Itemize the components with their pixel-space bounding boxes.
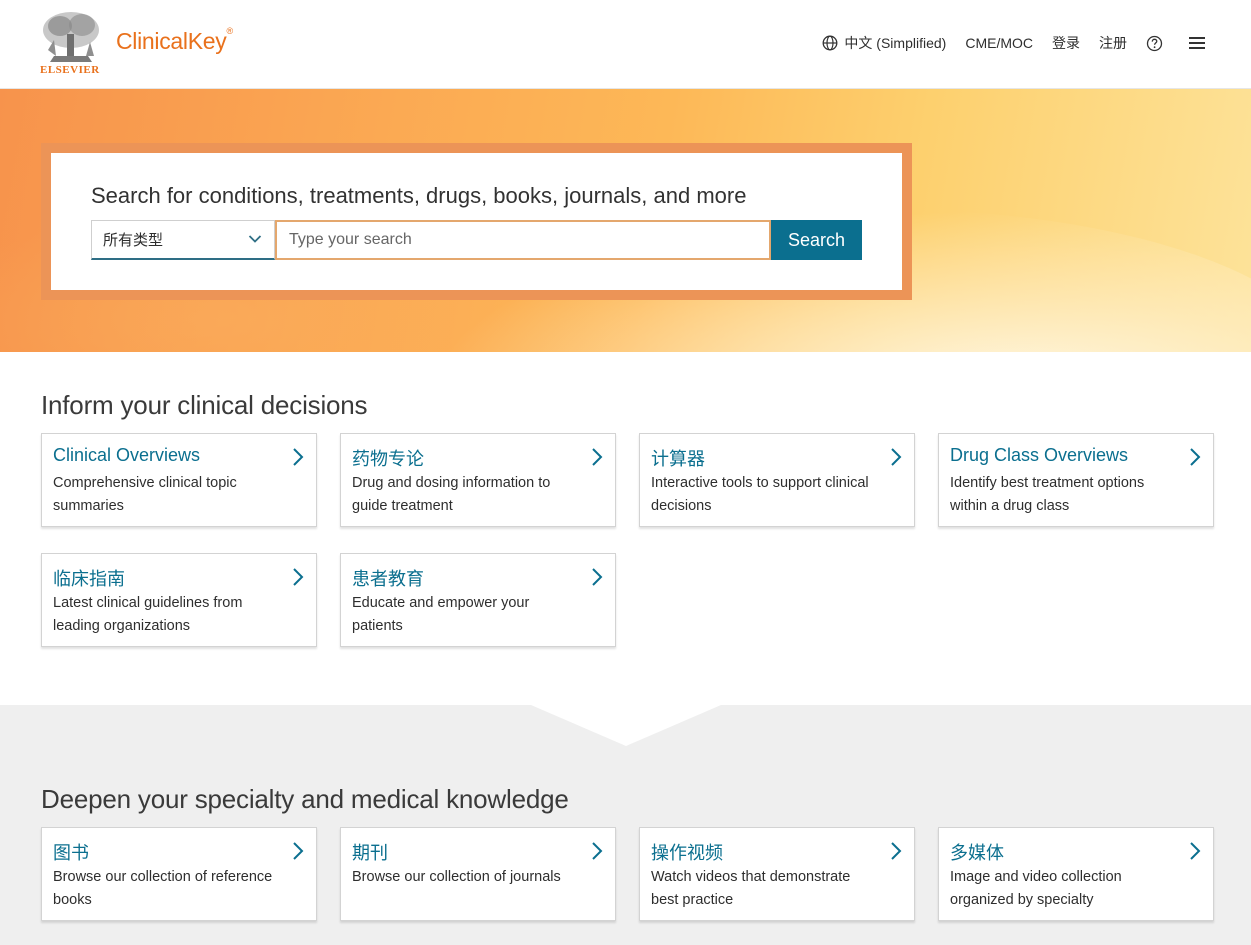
card-calculators[interactable]: 计算器 Interactive tools to support clinica…: [639, 433, 915, 527]
cme-moc-link[interactable]: CME/MOC: [965, 35, 1033, 51]
card-title: 计算器: [651, 449, 705, 469]
help-button[interactable]: [1146, 35, 1169, 52]
content-type-select[interactable]: 所有类型: [91, 220, 275, 260]
card-title: 患者教育: [352, 569, 424, 589]
deepen-section-title: Deepen your specialty and medical knowle…: [41, 784, 569, 814]
card-title: Drug Class Overviews: [950, 445, 1129, 465]
section-notch: [531, 705, 721, 746]
chevron-right-icon: [891, 448, 902, 466]
card-title: 药物专论: [352, 449, 424, 469]
card-description: Comprehensive clinical topic summaries: [53, 475, 237, 514]
card-description: Browse our collection of journals: [352, 869, 561, 885]
card-title: 操作视频: [651, 843, 723, 863]
chevron-right-icon: [592, 842, 603, 860]
inform-section-title: Inform your clinical decisions: [41, 390, 368, 420]
card-books[interactable]: 图书 Browse our collection of reference bo…: [41, 827, 317, 921]
card-multimedia[interactable]: 多媒体 Image and video collection organized…: [938, 827, 1214, 921]
chevron-right-icon: [293, 568, 304, 586]
card-description: Watch videos that demonstrate best pract…: [651, 869, 851, 908]
card-title: Clinical Overviews: [53, 445, 201, 465]
chevron-right-icon: [592, 448, 603, 466]
globe-icon: [822, 35, 838, 51]
clinicalkey-logo[interactable]: ClinicalKey®: [116, 26, 233, 55]
card-title: 多媒体: [950, 843, 1004, 863]
card-description: Identify best treatment options within a…: [950, 475, 1145, 514]
brand-name: ClinicalKey: [116, 28, 227, 54]
site-header: ELSEVIER ClinicalKey® 中文 (Simplified) CM…: [0, 0, 1251, 89]
card-description: Browse our collection of reference books: [53, 869, 273, 908]
elsevier-wordmark: ELSEVIER: [40, 64, 100, 76]
elsevier-tree-logo[interactable]: [40, 10, 102, 64]
card-drug-class-overviews[interactable]: Drug Class Overviews Identify best treat…: [938, 433, 1214, 527]
chevron-right-icon: [592, 568, 603, 586]
help-icon: [1146, 35, 1163, 51]
language-selector[interactable]: 中文 (Simplified): [822, 33, 946, 53]
card-description: Image and video collection organized by …: [950, 869, 1122, 908]
menu-icon: [1189, 37, 1205, 49]
card-title: 期刊: [352, 843, 388, 863]
chevron-right-icon: [891, 842, 902, 860]
menu-button[interactable]: [1188, 35, 1212, 51]
search-heading: Search for conditions, treatments, drugs…: [91, 183, 747, 208]
chevron-down-icon: [248, 235, 262, 243]
card-description: Drug and dosing information to guide tre…: [352, 475, 551, 514]
content-type-value: 所有类型: [103, 232, 164, 249]
register-link[interactable]: 注册: [1099, 33, 1127, 53]
chevron-right-icon: [293, 842, 304, 860]
search-button[interactable]: Search: [771, 220, 862, 260]
card-title: 图书: [53, 843, 89, 863]
card-description: Educate and empower your patients: [352, 595, 530, 634]
search-input[interactable]: [275, 220, 771, 260]
chevron-right-icon: [1190, 842, 1201, 860]
chevron-right-icon: [293, 448, 304, 466]
header-nav: 中文 (Simplified) CME/MOC 登录 注册: [822, 33, 1212, 53]
card-description: Latest clinical guidelines from leading …: [53, 595, 243, 634]
card-clinical-overviews[interactable]: Clinical Overviews Comprehensive clinica…: [41, 433, 317, 527]
card-drug-monographs[interactable]: 药物专论 Drug and dosing information to guid…: [340, 433, 616, 527]
card-title: 临床指南: [53, 569, 125, 589]
chevron-right-icon: [1190, 448, 1201, 466]
language-label: 中文 (Simplified): [844, 35, 947, 51]
login-link[interactable]: 登录: [1052, 33, 1080, 53]
registered-mark: ®: [226, 26, 233, 36]
card-description: Interactive tools to support clinical de…: [651, 475, 869, 514]
card-procedure-videos[interactable]: 操作视频 Watch videos that demonstrate best …: [639, 827, 915, 921]
card-journals[interactable]: 期刊 Browse our collection of journals: [340, 827, 616, 921]
card-clinical-guidelines[interactable]: 临床指南 Latest clinical guidelines from lea…: [41, 553, 317, 647]
card-patient-education[interactable]: 患者教育 Educate and empower your patients: [340, 553, 616, 647]
